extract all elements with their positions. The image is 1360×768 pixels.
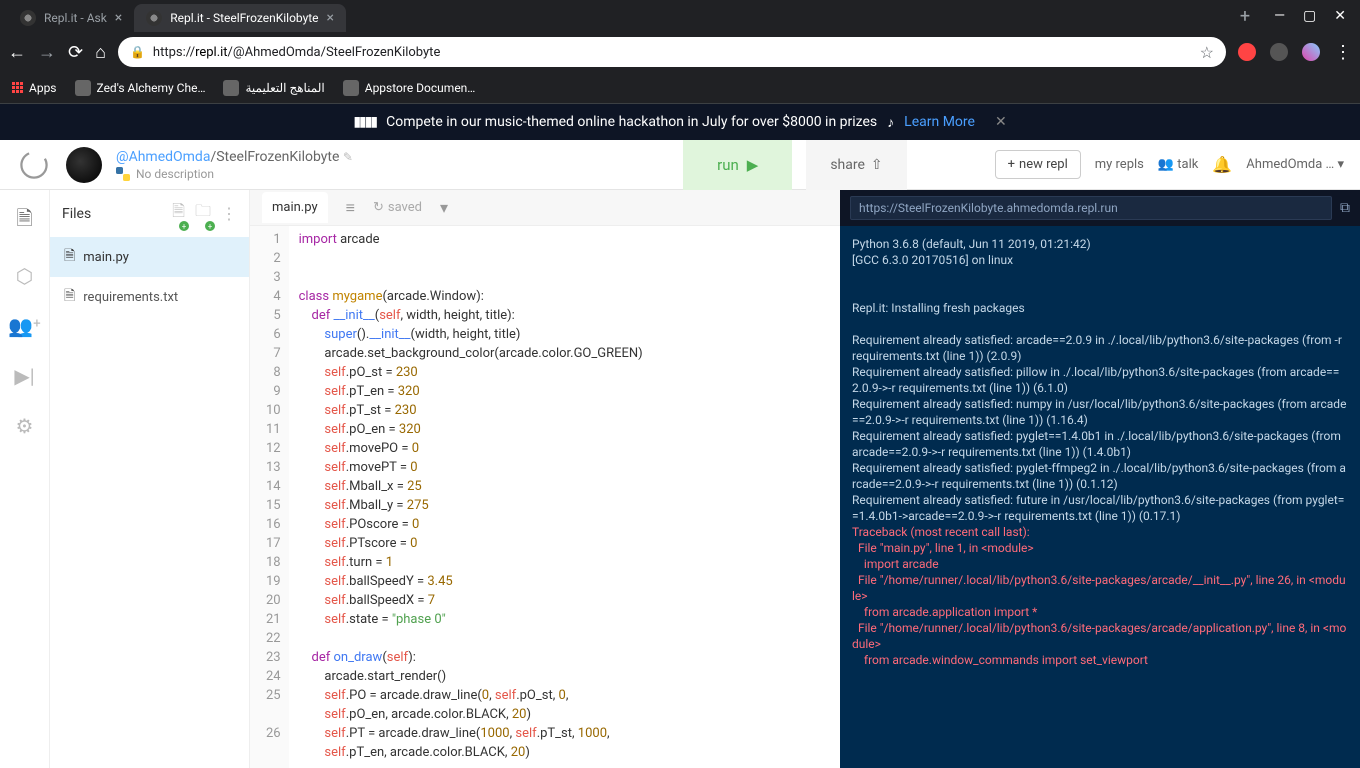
notifications-icon[interactable]: 🔔 — [1212, 155, 1232, 174]
promo-banner: ▮▮▮▮ Compete in our music-themed online … — [0, 104, 1360, 140]
browser-nav-row: ← → ⟳ ⌂ 🔒 https://repl.it/@AhmedOmda/Ste… — [0, 32, 1360, 72]
tab-favicon — [146, 10, 162, 26]
tab-title: Repl.it - SteelFrozenKilobyte — [170, 11, 318, 25]
files-title: Files — [62, 206, 91, 222]
banner-learn-more-link[interactable]: Learn More — [904, 114, 975, 130]
editor-more-icon[interactable]: ▾ — [440, 198, 448, 217]
new-tab-button[interactable]: + — [1230, 6, 1260, 27]
bookmark-favicon — [75, 80, 91, 96]
people-icon: 👥 — [1158, 157, 1174, 172]
extension-icon[interactable] — [1238, 43, 1256, 61]
run-button[interactable]: run▶ — [683, 140, 792, 190]
repl-avatar[interactable] — [66, 147, 102, 183]
bookmark-star-icon[interactable]: ☆ — [1200, 43, 1214, 62]
bookmark-item[interactable]: Apps — [12, 81, 57, 95]
piano-icon: ▮▮▮▮ — [353, 114, 376, 130]
file-icon: 🗎 — [64, 245, 75, 269]
account-menu[interactable]: AhmedOmda … ▾ — [1246, 157, 1344, 172]
window-close[interactable]: ✕ — [1334, 8, 1346, 24]
code-editor[interactable]: 1234567891011121314151617181920212223242… — [250, 226, 840, 768]
edit-name-icon[interactable]: ✎ — [343, 150, 353, 164]
console-output[interactable]: Python 3.6.8 (default, Jun 11 2019, 01:2… — [840, 226, 1360, 768]
forward-button[interactable]: → — [38, 42, 56, 63]
file-icon: 🗎 — [64, 285, 75, 309]
left-iconbar: 🗎 ⬡ 👥⁺ ▶| ⚙ — [0, 190, 50, 768]
bookmark-favicon — [223, 80, 239, 96]
saved-indicator: ↻saved — [373, 200, 422, 215]
bookmark-item[interactable]: Zed's Alchemy Che… — [75, 80, 206, 96]
browser-menu-button[interactable]: ⋮ — [1334, 42, 1352, 63]
tab-favicon — [20, 10, 36, 26]
apps-grid-icon — [12, 82, 23, 93]
new-repl-button[interactable]: +new repl — [995, 150, 1081, 179]
home-button[interactable]: ⌂ — [95, 42, 106, 63]
bookmarks-bar: Apps Zed's Alchemy Che… المناهج التعليمية A… — [0, 72, 1360, 104]
window-minimize[interactable]: — — [1274, 8, 1285, 24]
chevron-down-icon: ▾ — [1337, 157, 1344, 172]
app-header: @AhmedOmda/SteelFrozenKilobyte ✎ No desc… — [0, 140, 1360, 190]
breadcrumb: @AhmedOmda/SteelFrozenKilobyte ✎ — [116, 149, 353, 165]
refresh-icon: ↻ — [373, 200, 384, 215]
file-item[interactable]: 🗎requirements.txt — [50, 277, 249, 317]
talk-link[interactable]: 👥 talk — [1158, 157, 1199, 172]
url-bar[interactable]: 🔒 https://repl.it/@AhmedOmda/SteelFrozen… — [118, 37, 1226, 67]
back-button[interactable]: ← — [8, 42, 26, 63]
banner-text: Compete in our music-themed online hacka… — [386, 114, 877, 130]
banner-close-icon[interactable]: ✕ — [995, 114, 1007, 130]
packages-tab-icon[interactable]: ⬡ — [16, 264, 33, 288]
lock-icon: 🔒 — [130, 45, 145, 59]
new-folder-icon[interactable]: 🗀+ — [195, 200, 211, 227]
bookmark-favicon — [343, 80, 359, 96]
replit-logo[interactable] — [16, 147, 52, 183]
editor-panel: main.py ≡ ↻saved ▾ 123456789101112131415… — [250, 190, 840, 768]
files-more-icon[interactable]: ⋮ — [221, 204, 237, 223]
tab-close-icon[interactable]: × — [115, 10, 122, 26]
bookmark-item[interactable]: المناهج التعليمية — [223, 80, 324, 96]
browser-tab[interactable]: Repl.it - Ask × — [8, 4, 134, 32]
new-file-icon[interactable]: 🗎+ — [172, 200, 185, 227]
extension-icon[interactable] — [1270, 43, 1288, 61]
editor-tab[interactable]: main.py — [262, 192, 328, 223]
no-description-label: No description — [136, 167, 214, 181]
tab-close-icon[interactable]: × — [327, 10, 334, 26]
share-button[interactable]: share⇧ — [806, 140, 906, 190]
python-icon — [116, 167, 130, 181]
console-url-input[interactable] — [850, 196, 1332, 220]
bookmark-item[interactable]: Appstore Documen… — [343, 80, 476, 96]
format-code-icon[interactable]: ≡ — [346, 198, 355, 218]
browser-tab[interactable]: Repl.it - SteelFrozenKilobyte × — [134, 4, 346, 32]
breadcrumb-repl: SteelFrozenKilobyte — [216, 149, 339, 165]
reload-button[interactable]: ⟳ — [68, 42, 83, 63]
tab-title: Repl.it - Ask — [44, 11, 107, 25]
url-text: https://repl.it/@AhmedOmda/SteelFrozenKi… — [153, 45, 1192, 60]
window-maximize[interactable]: ▢ — [1303, 8, 1316, 24]
console-panel: ⧉ Python 3.6.8 (default, Jun 11 2019, 01… — [840, 190, 1360, 768]
debugger-tab-icon[interactable]: ▶| — [14, 364, 34, 388]
music-note-icon: ♪ — [887, 114, 894, 131]
profile-avatar-icon[interactable] — [1302, 43, 1320, 61]
files-panel: Files 🗎+ 🗀+ ⋮ 🗎main.py🗎requirements.txt — [50, 190, 250, 768]
browser-tab-strip: Repl.it - Ask×Repl.it - SteelFrozenKilob… — [0, 0, 1360, 32]
breadcrumb-user[interactable]: @AhmedOmda — [116, 149, 210, 165]
share-icon: ⇧ — [871, 157, 883, 173]
multiplayer-tab-icon[interactable]: 👥⁺ — [8, 314, 41, 338]
my-repls-link[interactable]: my repls — [1095, 157, 1144, 172]
file-item[interactable]: 🗎main.py — [50, 237, 249, 277]
files-tab-icon[interactable]: 🗎 — [16, 204, 32, 238]
open-new-tab-icon[interactable]: ⧉ — [1340, 200, 1350, 216]
plus-icon: + — [1008, 157, 1015, 172]
play-icon: ▶ — [747, 156, 759, 174]
settings-tab-icon[interactable]: ⚙ — [16, 414, 34, 438]
